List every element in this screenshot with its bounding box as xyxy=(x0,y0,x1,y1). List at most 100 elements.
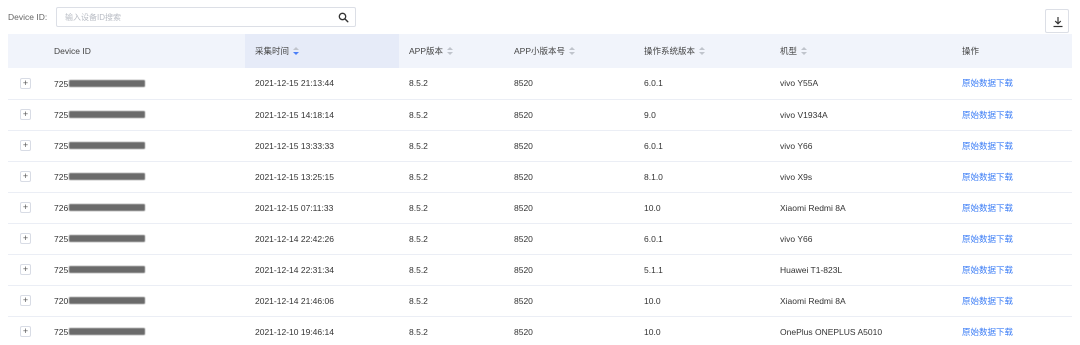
raw-data-download-link[interactable]: 原始数据下载 xyxy=(962,78,1013,88)
app-version-cell: 8.5.2 xyxy=(409,202,428,213)
search-label: Device ID: xyxy=(8,12,48,22)
app-build-cell: 8520 xyxy=(514,326,533,337)
redacted-device-id xyxy=(69,142,146,150)
search-box[interactable] xyxy=(56,7,356,27)
redacted-device-id xyxy=(69,328,146,336)
expand-row-button[interactable]: + xyxy=(20,295,31,306)
redacted-device-id xyxy=(69,297,146,305)
search-input[interactable] xyxy=(57,8,327,26)
device-id-prefix: 725 xyxy=(54,78,69,89)
os-version-cell: 6.0.1 xyxy=(644,233,663,244)
model-cell: OnePlus ONEPLUS A5010 xyxy=(780,326,883,337)
device-id-prefix: 725 xyxy=(54,171,69,182)
header-expand xyxy=(8,34,44,68)
device-id-cell: 725 xyxy=(44,254,245,285)
model-cell: Huawei T1-823L xyxy=(780,264,843,275)
time-cell: 2021-12-15 13:25:15 xyxy=(255,171,334,182)
time-cell: 2021-12-15 14:18:14 xyxy=(255,109,334,120)
app-build-cell: 8520 xyxy=(514,140,533,151)
app-version-cell: 8.5.2 xyxy=(409,295,428,306)
sort-caret-icon[interactable] xyxy=(447,46,454,57)
table-row: + 725 2021-12-14 22:42:26 8.5.2 8520 6.0… xyxy=(8,223,1072,254)
redacted-device-id xyxy=(69,266,146,274)
model-cell: Xiaomi Redmi 8A xyxy=(780,202,846,213)
raw-data-download-link[interactable]: 原始数据下载 xyxy=(962,234,1013,244)
toolbar: Device ID: xyxy=(0,0,1080,34)
model-cell: vivo V1934A xyxy=(780,109,828,120)
table-row: + 725 2021-12-15 21:13:44 8.5.2 8520 6.0… xyxy=(8,68,1072,99)
download-icon xyxy=(1053,17,1063,28)
time-cell: 2021-12-14 22:31:34 xyxy=(255,264,334,275)
expand-row-button[interactable]: + xyxy=(20,264,31,275)
expand-row-button[interactable]: + xyxy=(20,109,31,120)
header-label: Device ID xyxy=(54,46,91,56)
header-app-version[interactable]: APP版本 xyxy=(399,34,504,68)
header-device-id: Device ID xyxy=(44,34,245,68)
raw-data-download-link[interactable]: 原始数据下载 xyxy=(962,110,1013,120)
table-row: + 726 2021-12-15 07:11:33 8.5.2 8520 10.… xyxy=(8,192,1072,223)
header-os-version[interactable]: 操作系统版本 xyxy=(634,34,770,68)
expand-row-button[interactable]: + xyxy=(20,140,31,151)
device-id-prefix: 726 xyxy=(54,202,69,213)
expand-row-button[interactable]: + xyxy=(20,233,31,244)
app-version-cell: 8.5.2 xyxy=(409,109,428,120)
redacted-device-id xyxy=(69,80,146,88)
device-id-prefix: 725 xyxy=(54,264,69,275)
device-id-cell: 725 xyxy=(44,130,245,161)
table-row: + 725 2021-12-15 14:18:14 8.5.2 8520 9.0… xyxy=(8,99,1072,130)
device-table: Device ID 采集时间 APP版本 APP小版本号 操作系统版本 机型 操… xyxy=(8,34,1072,345)
model-cell: vivo X9s xyxy=(780,171,813,182)
header-time[interactable]: 采集时间 xyxy=(245,34,399,68)
header-app-build[interactable]: APP小版本号 xyxy=(504,34,634,68)
os-version-cell: 8.1.0 xyxy=(644,171,663,182)
device-id-cell: 725 xyxy=(44,161,245,192)
device-id-prefix: 725 xyxy=(54,233,69,244)
expand-row-button[interactable]: + xyxy=(20,77,31,89)
raw-data-download-link[interactable]: 原始数据下载 xyxy=(962,203,1013,213)
app-version-cell: 8.5.2 xyxy=(409,264,428,275)
device-id-prefix: 720 xyxy=(54,295,69,306)
sort-caret-icon[interactable] xyxy=(699,46,706,57)
time-cell: 2021-12-15 13:33:33 xyxy=(255,140,334,151)
download-button[interactable] xyxy=(1045,9,1069,33)
os-version-cell: 6.0.1 xyxy=(644,78,663,89)
raw-data-download-link[interactable]: 原始数据下载 xyxy=(962,172,1013,182)
app-version-cell: 8.5.2 xyxy=(409,78,428,89)
header-label: 机型 xyxy=(780,46,798,56)
os-version-cell: 9.0 xyxy=(644,109,656,120)
header-label: 操作系统版本 xyxy=(644,46,696,56)
expand-row-button[interactable]: + xyxy=(20,326,31,337)
header-action: 操作 xyxy=(952,34,1072,68)
time-cell: 2021-12-15 07:11:33 xyxy=(255,202,334,213)
table-row: + 720 2021-12-14 21:46:06 8.5.2 8520 10.… xyxy=(8,285,1072,316)
expand-row-button[interactable]: + xyxy=(20,202,31,213)
app-build-cell: 8520 xyxy=(514,295,533,306)
sort-caret-icon[interactable] xyxy=(293,46,300,57)
device-id-cell: 725 xyxy=(44,316,245,345)
app-build-cell: 8520 xyxy=(514,202,533,213)
device-id-prefix: 725 xyxy=(54,326,69,337)
os-version-cell: 6.0.1 xyxy=(644,140,663,151)
sort-caret-icon[interactable] xyxy=(801,46,808,57)
app-version-cell: 8.5.2 xyxy=(409,326,428,337)
redacted-device-id xyxy=(69,173,146,181)
header-model[interactable]: 机型 xyxy=(770,34,952,68)
raw-data-download-link[interactable]: 原始数据下载 xyxy=(962,265,1013,275)
os-version-cell: 10.0 xyxy=(644,295,661,306)
raw-data-download-link[interactable]: 原始数据下载 xyxy=(962,296,1013,306)
raw-data-download-link[interactable]: 原始数据下载 xyxy=(962,141,1013,151)
header-label: APP小版本号 xyxy=(514,46,566,56)
raw-data-download-link[interactable]: 原始数据下载 xyxy=(962,327,1013,337)
sort-caret-icon[interactable] xyxy=(569,46,576,57)
table-row: + 725 2021-12-10 19:46:14 8.5.2 8520 10.… xyxy=(8,316,1072,345)
expand-row-button[interactable]: + xyxy=(20,171,31,182)
device-id-cell: 726 xyxy=(44,192,245,223)
table-row: + 725 2021-12-14 22:31:34 8.5.2 8520 5.1… xyxy=(8,254,1072,285)
model-cell: vivo Y66 xyxy=(780,233,813,244)
app-build-cell: 8520 xyxy=(514,171,533,182)
os-version-cell: 10.0 xyxy=(644,202,661,213)
os-version-cell: 5.1.1 xyxy=(644,264,663,275)
model-cell: Xiaomi Redmi 8A xyxy=(780,295,846,306)
app-build-cell: 8520 xyxy=(514,109,533,120)
search-icon[interactable] xyxy=(338,12,349,23)
